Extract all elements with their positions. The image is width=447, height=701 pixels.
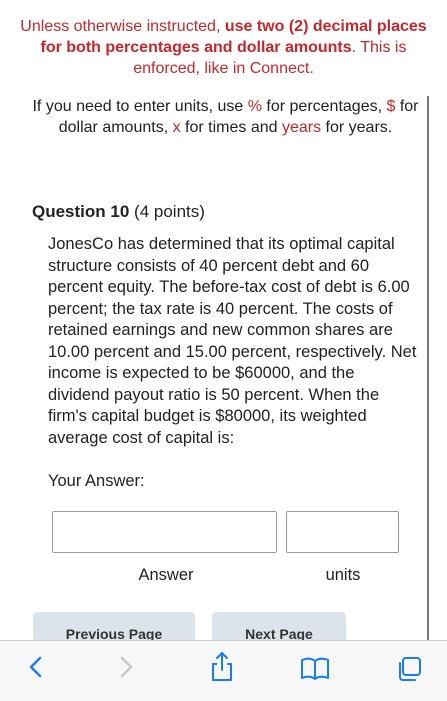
bookmarks-icon[interactable] [300,657,330,686]
scroll-divider [427,96,429,640]
units-help-text-2: for percentages, [261,98,387,115]
decimal-instruction-notice: Unless otherwise instructed, use two (2)… [10,16,437,79]
units-input[interactable] [286,511,399,553]
question-title: Question 10 (4 points) [32,202,205,222]
back-icon[interactable] [28,655,44,684]
question-body: JonesCo has determined that its optimal … [48,235,417,447]
units-instruction: If you need to enter units, use % for pe… [28,96,423,138]
tabs-icon[interactable] [396,656,422,687]
notice-prefix: Unless otherwise instructed, [20,18,225,35]
times-symbol: x [172,119,181,136]
answer-field-label: Answer [138,566,194,584]
units-help-text-4: for times and [180,119,282,136]
question-label: Question 10 [32,202,130,221]
units-field-label: units [325,566,361,584]
browser-toolbar [0,640,447,701]
years-word: years [281,119,322,136]
question-points: (4 points) [134,202,205,221]
next-page-button[interactable]: Next Page [212,612,346,640]
next-page-label: Next Page [245,626,313,640]
share-icon[interactable] [210,650,234,687]
forward-icon[interactable] [118,655,134,684]
units-help-text-5: for years. [321,119,393,136]
answer-input[interactable] [52,511,277,553]
units-help-text-1: If you need to enter units, use [32,98,248,115]
previous-page-button[interactable]: Previous Page [33,612,195,640]
previous-page-label: Previous Page [65,626,163,640]
your-answer-label: Your Answer: [48,472,145,490]
percent-symbol: % [247,98,262,115]
